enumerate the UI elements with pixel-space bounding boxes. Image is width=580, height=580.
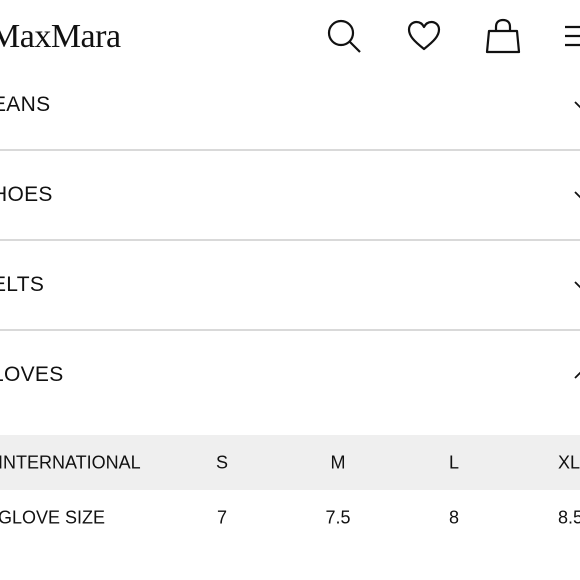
table-header-cell: S (215, 452, 229, 472)
table-cell: 8 (448, 507, 460, 527)
accordion-label: HOES (0, 183, 53, 206)
table-cell: 7.5 (325, 507, 351, 527)
accordion-label: ELTS (0, 273, 45, 296)
table-cell: 7 (216, 507, 228, 527)
table-header-cell: M (330, 452, 346, 472)
search-icon[interactable] (326, 18, 362, 54)
bag-icon[interactable] (485, 18, 521, 54)
table-header-cell: INTERNATIONAL (0, 452, 141, 472)
chevron-up-icon (574, 368, 580, 382)
heart-icon[interactable] (406, 18, 442, 54)
table-header-cell: XL (558, 452, 580, 472)
menu-icon[interactable] (563, 18, 580, 54)
table-header-row: INTERNATIONAL S M L XL (0, 435, 580, 490)
chevron-down-icon (574, 278, 580, 292)
brand-logo[interactable]: MaxMara (0, 17, 121, 57)
table-cell: GLOVE SIZE (0, 507, 106, 527)
table-header-cell: L (448, 452, 460, 472)
accordion-gloves[interactable]: LOVES (0, 330, 580, 420)
glove-size-table: INTERNATIONAL S M L XL GLOVE SIZE 7 7.5 … (0, 435, 580, 545)
accordion-label: EANS (0, 93, 51, 116)
accordion-label: LOVES (0, 363, 64, 386)
accordion-belts[interactable]: ELTS (0, 240, 580, 330)
accordion-shoes[interactable]: HOES (0, 150, 580, 240)
table-cell: 8.5 (558, 507, 580, 527)
chevron-down-icon (574, 188, 580, 202)
chevron-down-icon (574, 98, 580, 112)
accordion-jeans[interactable]: EANS (0, 60, 580, 150)
size-guide-page: MaxMara EANS (0, 0, 580, 580)
table-row: GLOVE SIZE 7 7.5 8 8.5 (0, 490, 580, 545)
